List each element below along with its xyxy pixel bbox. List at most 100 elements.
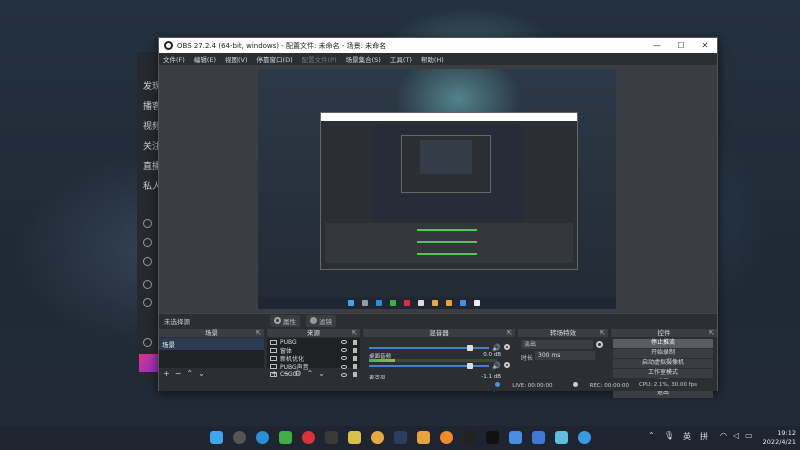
obs-titlebar[interactable]: OBS 27.2.4 (64-bit, windows) - 配置文件: 未命名… (159, 38, 717, 53)
wechat-icon[interactable] (279, 431, 292, 444)
user-icon[interactable] (143, 298, 152, 307)
ime-mode-indicator[interactable]: 拼 (700, 431, 708, 442)
menu-file[interactable]: 文件(F) (163, 54, 185, 64)
source-settings-icon[interactable]: ⚙ (294, 369, 301, 378)
microphone-icon[interactable]: 🎙 (664, 431, 674, 440)
speaker-icon[interactable]: 🔊 (492, 344, 501, 352)
obs-logo-icon (164, 41, 173, 50)
level-meter (369, 359, 497, 362)
move-up-icon[interactable]: ⌃ (186, 369, 193, 378)
minimize-button[interactable]: — (645, 41, 669, 50)
chrome-icon[interactable] (371, 431, 384, 444)
tiktok-icon[interactable] (463, 431, 476, 444)
playlist-thumbnail[interactable] (139, 354, 159, 372)
menu-profile[interactable]: 配置文件(P) (302, 54, 337, 64)
scenes-dock-title: 场景 (205, 329, 218, 337)
undock-icon[interactable]: ⇱ (256, 329, 261, 337)
channel-db: 0.0 dB (483, 352, 501, 358)
nested-app-icon (390, 300, 396, 306)
clock-icon[interactable] (143, 219, 152, 228)
cloud-disk-icon[interactable] (143, 280, 152, 289)
battery-icon[interactable]: ▭ (745, 431, 753, 440)
scenes-dock: 场景 ⇱ 场景 + − ⌃ ⌄ (159, 329, 264, 379)
firefox-icon[interactable] (440, 431, 453, 444)
volume-slider-handle[interactable] (467, 345, 473, 351)
menu-edit[interactable]: 编辑(E) (194, 54, 216, 64)
steam-icon[interactable] (394, 431, 407, 444)
app-icon[interactable] (578, 431, 591, 444)
nested-app-icon (376, 300, 382, 306)
window-capture-icon (270, 355, 277, 361)
menu-view[interactable]: 视图(V) (225, 54, 248, 64)
start-virtual-camera-button[interactable]: 启动虚拟摄像机 (613, 359, 713, 368)
move-down-icon[interactable]: ⌄ (198, 369, 205, 378)
app-icon[interactable] (417, 431, 430, 444)
app-icon[interactable] (555, 431, 568, 444)
volume-icon[interactable]: ◁ (733, 431, 739, 440)
live-icon (495, 381, 501, 387)
remove-scene-button[interactable]: − (175, 369, 182, 378)
add-scene-button[interactable]: + (163, 369, 170, 378)
speaker-icon[interactable]: 🔊 (492, 362, 501, 370)
transition-select[interactable]: 淡出 (521, 340, 593, 349)
netease-music-icon[interactable] (302, 431, 315, 444)
controls-dock-header: 控件 ⇱ (611, 329, 717, 337)
remove-source-button[interactable]: − (283, 369, 290, 378)
nested-start-icon (348, 300, 354, 306)
move-up-icon[interactable]: ⌃ (307, 369, 314, 378)
system-clock[interactable]: 19:12 2022/4/21 (760, 429, 796, 447)
ime-lang-indicator[interactable]: 英 (683, 431, 691, 442)
app-icon[interactable] (532, 431, 545, 444)
undock-icon[interactable]: ⇱ (352, 329, 357, 337)
taskbar: ⌃ 🎙 英 拼 ◠ ◁ ▭ 19:12 2022/4/21 (0, 426, 800, 450)
undock-icon[interactable]: ⇱ (709, 329, 714, 337)
properties-button[interactable]: 属性 (270, 314, 300, 327)
volume-slider-handle[interactable] (467, 363, 473, 369)
app-icon[interactable] (348, 431, 361, 444)
visibility-eye-icon[interactable] (341, 340, 347, 345)
lock-icon[interactable] (353, 355, 357, 361)
add-source-button[interactable]: + (271, 369, 278, 378)
visibility-eye-icon[interactable] (341, 356, 347, 361)
nested-app-icon (446, 300, 452, 306)
move-down-icon[interactable]: ⌄ (318, 369, 325, 378)
menu-docks[interactable]: 停靠窗口(D) (257, 54, 293, 64)
gear-icon[interactable] (504, 362, 510, 368)
source-toolbar: 未选择源 属性 滤镜 (159, 313, 717, 327)
visibility-eye-icon[interactable] (341, 348, 347, 353)
maximize-button[interactable]: ☐ (669, 41, 693, 50)
wifi-icon[interactable]: ◠ (720, 431, 727, 440)
obs-window[interactable]: OBS 27.2.4 (64-bit, windows) - 配置文件: 未命名… (158, 37, 718, 398)
edge-icon[interactable] (256, 431, 269, 444)
obs-taskbar-icon[interactable] (233, 431, 246, 444)
heart-icon[interactable] (143, 338, 152, 347)
start-recording-button[interactable]: 开始录制 (613, 349, 713, 358)
game-capture-icon (270, 339, 277, 345)
gear-icon (274, 317, 281, 324)
stop-streaming-button[interactable]: 停止推流 (613, 339, 713, 348)
explorer-icon[interactable] (325, 431, 338, 444)
app-icon[interactable] (509, 431, 522, 444)
nested-meter (417, 253, 477, 255)
download-icon[interactable] (143, 257, 152, 266)
scenes-list[interactable]: 场景 (159, 338, 264, 368)
undock-icon[interactable]: ⇱ (600, 329, 605, 337)
lock-icon[interactable] (353, 347, 357, 353)
menu-help[interactable]: 帮助(H) (421, 54, 444, 64)
studio-mode-button[interactable]: 工作室模式 (613, 369, 713, 378)
gear-icon[interactable] (596, 341, 603, 348)
lock-icon[interactable] (353, 339, 357, 345)
scene-item[interactable]: 场景 (159, 338, 264, 350)
gear-icon[interactable] (504, 344, 510, 350)
duration-input[interactable]: 300 ms (535, 351, 595, 360)
windows-start-icon[interactable] (210, 431, 223, 444)
chevron-up-icon[interactable]: ⌃ (648, 431, 655, 440)
capcut-icon[interactable] (486, 431, 499, 444)
menu-tools[interactable]: 工具(T) (390, 54, 412, 64)
sources-list[interactable]: PUBG 窗体 新机优化 PUBG声音 CSGO 全屏 (267, 338, 360, 388)
close-button[interactable]: ✕ (693, 41, 717, 50)
filters-button[interactable]: 滤镜 (306, 314, 336, 327)
cloud-icon[interactable] (143, 238, 152, 247)
menu-scene-collection[interactable]: 场景集合(S) (346, 54, 381, 64)
program-preview[interactable] (258, 69, 616, 309)
